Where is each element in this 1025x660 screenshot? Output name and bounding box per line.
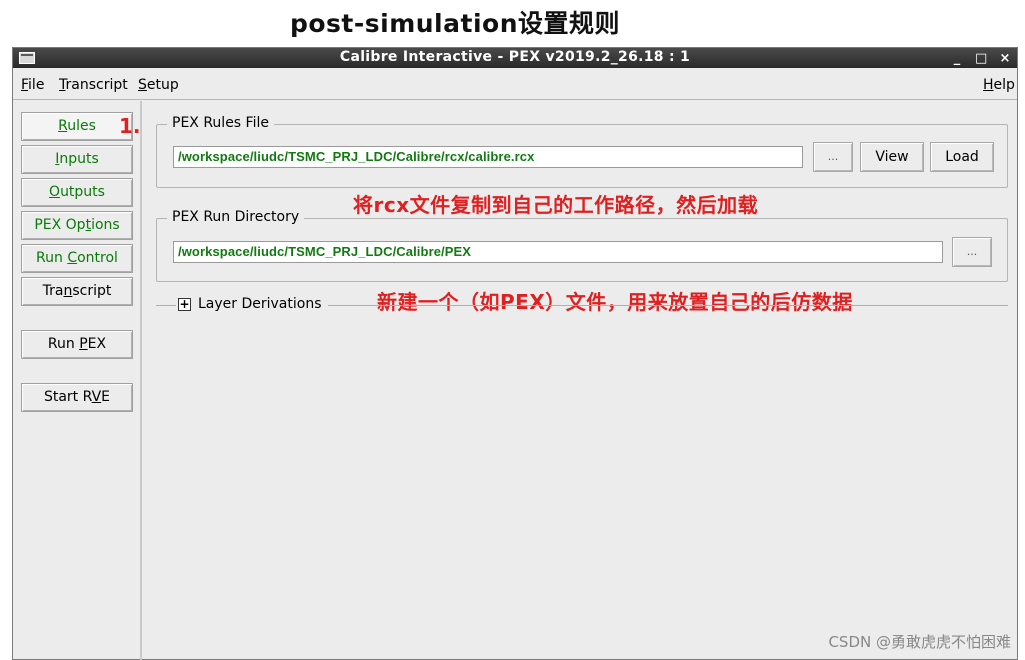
outputs-label: utputs [60, 184, 105, 200]
close-icon[interactable]: × [999, 51, 1011, 66]
menu-bar: File Transcript Setup Help [13, 70, 1017, 100]
page-heading: post-simulation设置规则 [289, 9, 620, 38]
maximize-icon[interactable]: □ [975, 51, 987, 66]
menu-setup-label: etup [146, 77, 179, 93]
rules-file-browse-button[interactable]: ... [813, 142, 853, 172]
window-title: Calibre Interactive - PEX v2019.2_26.18 … [339, 49, 691, 65]
run-pex-label-end: EX [87, 336, 107, 352]
step-annotation: 1. [119, 114, 141, 138]
run-control-label-end: ontrol [77, 250, 118, 266]
rules-file-path-field[interactable]: /workspace/liudc/TSMC_PRJ_LDC/Calibre/rc… [173, 146, 803, 168]
run-pex-button[interactable]: Run PEX [21, 330, 133, 359]
pex-options-label-end: ions [91, 217, 120, 233]
menu-setup[interactable]: Setup [138, 77, 179, 93]
menu-file-mnemonic: F [21, 77, 29, 93]
sidebar-pex-options-button[interactable]: PEX Options [21, 211, 133, 240]
run-directory-path-field[interactable]: /workspace/liudc/TSMC_PRJ_LDC/Calibre/PE… [173, 241, 943, 263]
start-rve-button[interactable]: Start RVE [21, 383, 133, 412]
sidebar-inputs-button[interactable]: Inputs [21, 145, 133, 174]
run-control-mnemonic: C [67, 250, 78, 266]
rules-file-load-button[interactable]: Load [930, 142, 994, 172]
expand-icon[interactable]: + [178, 298, 191, 311]
transcript-label-end: script [72, 283, 112, 299]
menu-help[interactable]: Help [983, 77, 1015, 93]
layer-derivations-label[interactable]: Layer Derivations [198, 296, 328, 312]
pex-window: Calibre Interactive - PEX v2019.2_26.18 … [12, 47, 1018, 660]
start-rve-label-end: E [101, 389, 111, 405]
run-control-label-start: Run [36, 250, 68, 266]
sidebar-run-control-button[interactable]: Run Control [21, 244, 133, 273]
minimize-icon[interactable]: _ [951, 51, 963, 66]
menu-help-label: elp [993, 77, 1015, 93]
rules-file-annotation: 将rcx文件复制到自己的工作路径，然后加载 [353, 193, 759, 217]
sidebar: Rules Inputs Outputs PEX Options Run Con… [13, 101, 142, 660]
menu-file-label: ile [28, 77, 45, 93]
title-bar[interactable]: Calibre Interactive - PEX v2019.2_26.18 … [13, 48, 1017, 68]
menu-transcript-label: ranscript [65, 77, 128, 93]
rules-label: ules [67, 118, 96, 134]
pex-options-label-start: PEX Op [34, 217, 86, 233]
run-pex-label-start: Run [47, 336, 80, 352]
run-pex-mnemonic: P [79, 336, 88, 352]
watermark: CSDN @勇敢虎虎不怕困难 [828, 633, 1011, 651]
transcript-mnemonic: n [63, 283, 73, 299]
start-rve-label-start: Start R [43, 389, 92, 405]
rules-file-group-label: PEX Rules File [167, 115, 274, 131]
start-rve-mnemonic: V [91, 389, 102, 405]
inputs-label: nputs [59, 151, 99, 167]
transcript-label-start: Tra [42, 283, 64, 299]
run-directory-group-label: PEX Run Directory [167, 209, 305, 225]
layer-derivations-divider-left [156, 305, 176, 306]
run-directory-group: PEX Run Directory /workspace/liudc/TSMC_… [156, 209, 1008, 282]
menu-setup-mnemonic: S [138, 77, 147, 93]
rules-file-view-button[interactable]: View [860, 142, 924, 172]
rules-mnemonic: R [58, 118, 68, 134]
sidebar-outputs-button[interactable]: Outputs [21, 178, 133, 207]
layer-derivations-row: + Layer Derivations [156, 296, 1008, 314]
menu-help-mnemonic: H [983, 77, 994, 93]
run-directory-browse-button[interactable]: ... [952, 237, 992, 267]
sidebar-transcript-button[interactable]: Transcript [21, 277, 133, 306]
menu-transcript[interactable]: Transcript [59, 77, 128, 93]
sidebar-rules-button[interactable]: Rules [21, 112, 133, 141]
layer-derivations-divider-right [316, 305, 1008, 306]
menu-file[interactable]: File [21, 77, 44, 93]
rules-file-group: PEX Rules File /workspace/liudc/TSMC_PRJ… [156, 115, 1008, 188]
outputs-mnemonic: O [49, 184, 61, 200]
